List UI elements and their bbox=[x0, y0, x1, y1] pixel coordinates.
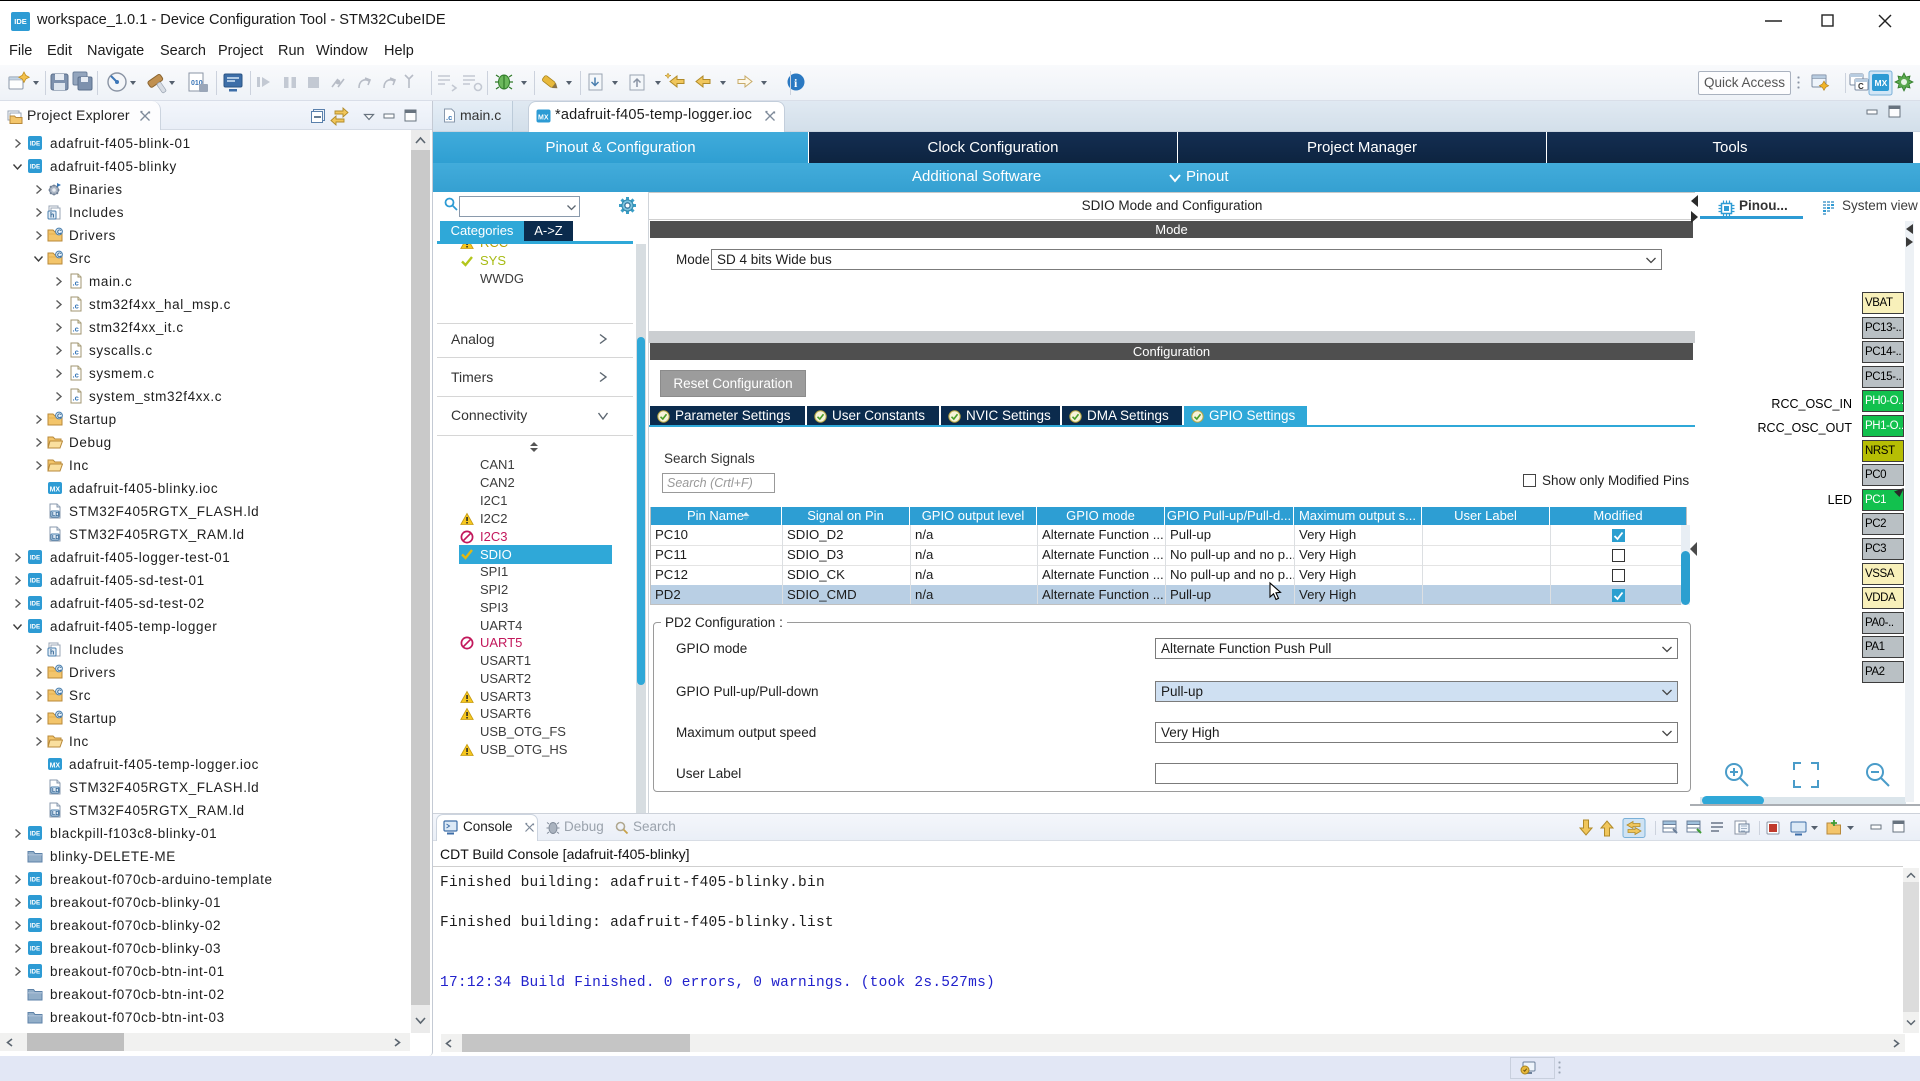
svg-text:C: C bbox=[1858, 82, 1864, 91]
svg-text:.c: .c bbox=[446, 113, 452, 122]
svg-text:MX: MX bbox=[538, 114, 549, 121]
svg-text:MX: MX bbox=[1875, 78, 1888, 88]
